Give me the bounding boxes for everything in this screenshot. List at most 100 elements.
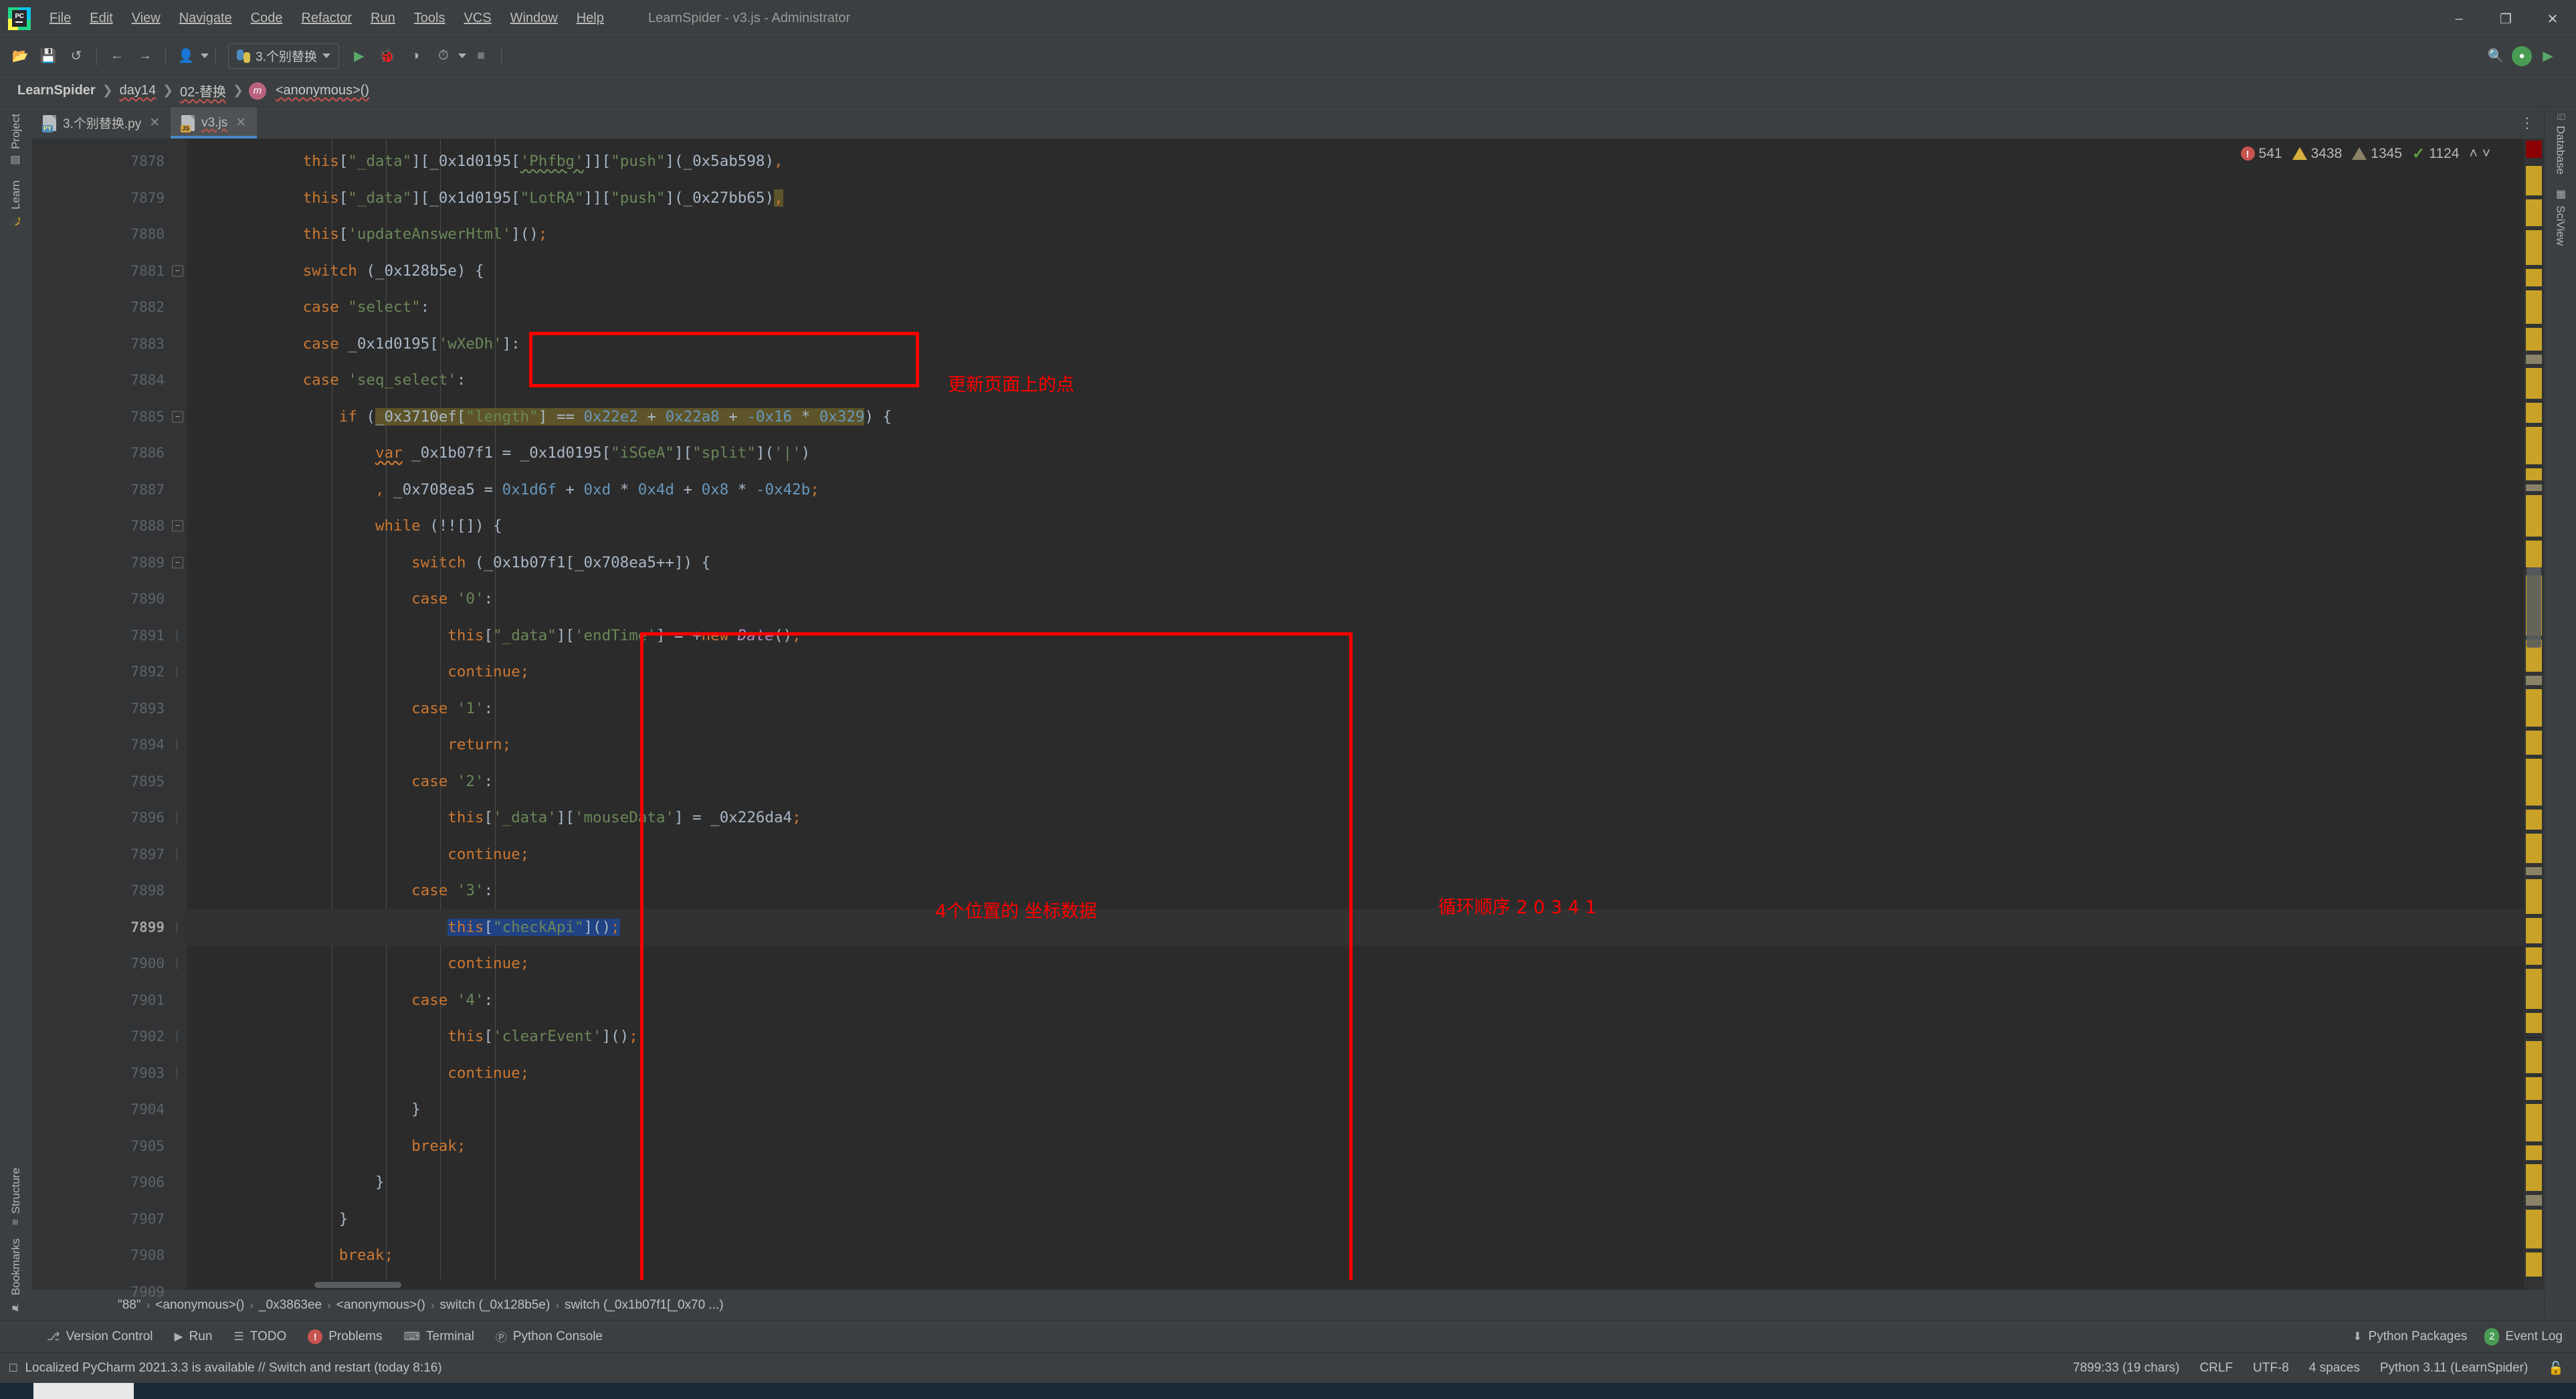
code-line-7893[interactable]: case '1': (187, 690, 2524, 727)
gutter-line-7894[interactable]: 7894 (32, 727, 187, 763)
error-stripe-mark[interactable] (2526, 355, 2542, 364)
error-stripe-mark[interactable] (2526, 403, 2542, 423)
fold-collapse-icon[interactable]: − (172, 265, 183, 277)
code-line-7907[interactable]: } (187, 1201, 2524, 1238)
gutter-line-7907[interactable]: 7907 (32, 1201, 187, 1238)
horizontal-scrollbar[interactable] (187, 1280, 2524, 1289)
code-line-7879[interactable]: this["_data"][_0x1d0195["LotRA"]]["push"… (187, 180, 2524, 217)
code-line-7894[interactable]: return; (187, 727, 2524, 763)
coverage-icon[interactable]: ◑ (402, 43, 429, 70)
bottom-crumb-4[interactable]: switch (_0x128b5e) (435, 1298, 556, 1313)
gutter-line-7901[interactable]: 7901 (32, 982, 187, 1019)
breadcrumb-anonymous[interactable]: <anonymous>() (270, 83, 375, 98)
gutter-line-7897[interactable]: 7897 (32, 836, 187, 873)
gutter-line-7909[interactable]: 7909 (32, 1274, 187, 1311)
editor-gutter[interactable]: 7878 7879 7880 7881−7882 7883 7884 7885−7886 78… (32, 139, 187, 1300)
code-line-7908[interactable]: break; (187, 1237, 2524, 1274)
error-stripe-mark[interactable] (2526, 1145, 2542, 1160)
stop-icon[interactable]: ■ (468, 43, 494, 70)
close-button[interactable]: ✕ (2529, 0, 2576, 37)
error-stripe-mark[interactable] (2526, 1077, 2542, 1100)
taskbar-window-active[interactable] (33, 1383, 134, 1399)
gutter-line-7904[interactable]: 7904 (32, 1091, 187, 1128)
gutter-line-7906[interactable]: 7906 (32, 1164, 187, 1201)
code-line-7900[interactable]: continue; (187, 945, 2524, 982)
gutter-line-7890[interactable]: 7890 (32, 581, 187, 618)
code-line-7889[interactable]: switch (_0x1b07f1[_0x708ea5++]) { (187, 545, 2524, 581)
code-line-7892[interactable]: continue; (187, 654, 2524, 690)
breadcrumb-project[interactable]: LearnSpider (12, 83, 101, 98)
vertical-scrollbar-thumb[interactable] (2527, 567, 2541, 648)
code-line-7896[interactable]: this['_data']['mouseData'] = _0x226da4; (187, 800, 2524, 836)
sidebar-item-database[interactable]: ⌸ Database (2554, 107, 2567, 181)
code-line-7891[interactable]: this["_data"]['endTime'] = +new Date(); (187, 618, 2524, 654)
tabbar-overflow[interactable]: ⋮ (2520, 107, 2544, 138)
gutter-line-7893[interactable]: 7893 (32, 690, 187, 727)
menu-edit[interactable]: Edit (80, 7, 122, 30)
error-stripe-mark[interactable] (2526, 969, 2542, 1009)
error-stripe-mark[interactable] (2526, 141, 2542, 158)
menu-help[interactable]: Help (567, 7, 613, 30)
error-stripe-mark[interactable] (2526, 1104, 2542, 1141)
run-configuration-selector[interactable]: 3.个别替换 (228, 43, 339, 69)
code-line-7884[interactable]: case 'seq_select': (187, 362, 2524, 399)
gutter-line-7898[interactable]: 7898 (32, 872, 187, 909)
error-stripe-mark[interactable] (2526, 541, 2542, 567)
error-stripe-mark[interactable] (2526, 1252, 2542, 1277)
error-stripe-mark[interactable] (2526, 759, 2542, 806)
tab-close-icon-2[interactable]: ✕ (235, 115, 246, 130)
menu-view[interactable]: View (122, 7, 170, 30)
breadcrumb-folder[interactable]: 02-替换 (175, 81, 231, 100)
code-line-7903[interactable]: continue; (187, 1055, 2524, 1092)
code-line-7880[interactable]: this['updateAnswerHtml'](); (187, 216, 2524, 253)
back-icon[interactable]: ← (104, 43, 130, 70)
error-stripe-mark[interactable] (2526, 834, 2542, 863)
indent-setting[interactable]: 4 spaces (2309, 1361, 2360, 1376)
error-stripe-mark[interactable] (2526, 689, 2542, 727)
menu-tools[interactable]: Tools (405, 7, 455, 30)
warning-count-group[interactable]: 3438 (2292, 146, 2342, 162)
open-project-icon[interactable]: 📂 (7, 43, 33, 70)
menu-code[interactable]: Code (241, 7, 292, 30)
gutter-line-7900[interactable]: 7900 (32, 945, 187, 982)
code-line-7898[interactable]: case '3': (187, 872, 2524, 909)
code-line-7904[interactable]: } (187, 1091, 2524, 1128)
inspection-widget[interactable]: ! 541 3438 1345 ✓ 1124 ˄ ˅ (2240, 145, 2490, 163)
file-encoding[interactable]: UTF-8 (2253, 1361, 2289, 1376)
error-stripe-mark[interactable] (2526, 199, 2542, 226)
gutter-line-7902[interactable]: 7902 (32, 1018, 187, 1055)
gutter-line-7908[interactable]: 7908 (32, 1237, 187, 1274)
sidebar-item-sciview[interactable]: ▦ SciView (2554, 181, 2567, 252)
status-notification[interactable]: □ Localized PyCharm 2021.3.3 is availabl… (9, 1361, 442, 1376)
error-stripe-mark[interactable] (2526, 468, 2542, 480)
profiler-chevron-down-icon[interactable] (458, 54, 466, 58)
horizontal-scrollbar-thumb[interactable] (314, 1282, 401, 1288)
gutter-line-7880[interactable]: 7880 (32, 216, 187, 253)
profiler-icon[interactable]: ⏱ (430, 43, 457, 70)
error-stripe-mark[interactable] (2526, 879, 2542, 914)
avatar[interactable]: ● (2512, 45, 2532, 66)
error-stripe-mark[interactable] (2526, 290, 2542, 324)
breadcrumb-day14[interactable]: day14 (114, 83, 162, 98)
code-line-7883[interactable]: case _0x1d0195['wXeDh']: (187, 326, 2524, 363)
tab-js-file[interactable]: JS v3.js ✕ (171, 107, 258, 138)
passed-count-group[interactable]: ✓ 1124 (2412, 145, 2459, 163)
sidebar-item-bookmarks[interactable]: ⚑ Bookmarks (9, 1232, 23, 1320)
tool-version-control[interactable]: ⎇ Version Control (47, 1329, 153, 1344)
error-stripe-mark[interactable] (2526, 1164, 2542, 1191)
gutter-line-7896[interactable]: 7896 (32, 800, 187, 836)
gutter-line-7888[interactable]: 7888− (32, 508, 187, 545)
error-stripe-mark[interactable] (2526, 1210, 2542, 1248)
run-icon[interactable]: ▶ (346, 43, 373, 70)
menu-run[interactable]: Run (361, 7, 405, 30)
tool-terminal[interactable]: ⌨ Terminal (403, 1329, 474, 1344)
gutter-line-7879[interactable]: 7879 (32, 180, 187, 217)
notification-text[interactable]: Localized PyCharm 2021.3.3 is available … (25, 1361, 441, 1376)
caret-position[interactable]: 7899:33 (19 chars) (2073, 1361, 2180, 1376)
chevron-down-icon[interactable] (322, 54, 330, 58)
error-stripe-mark[interactable] (2526, 918, 2542, 943)
error-stripe-mark[interactable] (2526, 495, 2542, 537)
gutter-line-7882[interactable]: 7882 (32, 289, 187, 326)
code-line-7902[interactable]: this['clearEvent'](); (187, 1018, 2524, 1055)
gutter-line-7895[interactable]: 7895 (32, 763, 187, 800)
